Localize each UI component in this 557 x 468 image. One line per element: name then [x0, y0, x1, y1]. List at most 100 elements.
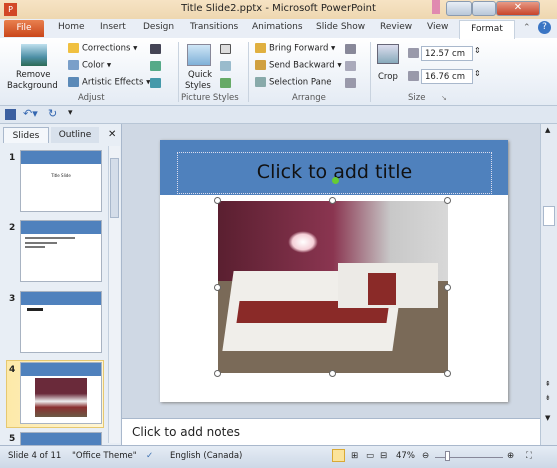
- scroll-thumb[interactable]: [543, 206, 555, 226]
- theme-name[interactable]: "Office Theme": [72, 451, 137, 461]
- fit-to-window-icon[interactable]: ⛶: [526, 451, 532, 461]
- resize-handle[interactable]: [214, 197, 221, 204]
- slide-thumbnail-2[interactable]: [20, 220, 102, 282]
- group-adjust-label: Adjust: [78, 93, 105, 103]
- tab-transitions[interactable]: Transitions: [190, 22, 238, 32]
- reset-picture-icon[interactable]: [150, 78, 161, 88]
- resize-handle[interactable]: [444, 284, 451, 291]
- divider: [248, 42, 249, 102]
- remove-background-label-2: Background: [7, 81, 58, 91]
- tab-format[interactable]: Format: [459, 20, 515, 39]
- color-label: Color: [82, 60, 105, 71]
- tab-insert[interactable]: Insert: [100, 22, 126, 32]
- customize-toolbar-icon[interactable]: ▾: [68, 108, 73, 118]
- next-slide-icon[interactable]: ⇟: [545, 394, 551, 402]
- color-button[interactable]: Color ▾: [68, 60, 111, 71]
- slide-sorter-icon[interactable]: ⊞: [351, 451, 358, 461]
- slide-number: 4: [9, 365, 16, 375]
- remove-background-button[interactable]: Remove Background: [6, 42, 62, 96]
- tab-slides[interactable]: Slides: [3, 127, 49, 143]
- resize-handle[interactable]: [214, 284, 221, 291]
- quick-styles-button[interactable]: Quick Styles: [183, 42, 217, 92]
- artistic-effects-button[interactable]: Artistic Effects ▾: [68, 77, 150, 88]
- rotation-handle[interactable]: [332, 177, 339, 184]
- slide-thumbnail-1[interactable]: Title Slide: [20, 150, 102, 212]
- slide-number: 3: [9, 294, 16, 304]
- send-backward-button[interactable]: Send Backward ▾: [255, 60, 342, 71]
- crop-button[interactable]: Crop: [374, 42, 404, 92]
- tab-animations[interactable]: Animations: [252, 22, 303, 32]
- rotate-icon[interactable]: [345, 78, 356, 88]
- resize-handle[interactable]: [444, 370, 451, 377]
- remove-background-label: Remove: [16, 70, 51, 80]
- tab-slide-show[interactable]: Slide Show: [316, 22, 365, 32]
- previous-slide-icon[interactable]: ⇞: [545, 380, 551, 388]
- zoom-in-icon[interactable]: ⊕: [507, 451, 514, 461]
- bring-forward-icon: [255, 43, 266, 53]
- slide-thumbnail-5[interactable]: [20, 432, 102, 446]
- picture-border-icon[interactable]: [220, 44, 231, 54]
- align-icon[interactable]: [345, 44, 356, 54]
- maximize-button[interactable]: [472, 1, 496, 16]
- width-spinner[interactable]: ⇕: [474, 69, 481, 78]
- pink-accent: [432, 0, 440, 14]
- resize-handle[interactable]: [329, 197, 336, 204]
- slide-thumbnail-3[interactable]: [20, 291, 102, 353]
- normal-view-icon[interactable]: [332, 449, 345, 462]
- corrections-button[interactable]: Corrections ▾: [68, 43, 137, 54]
- close-pane-icon[interactable]: ✕: [108, 129, 116, 140]
- zoom-slider-thumb[interactable]: [445, 451, 450, 461]
- tab-review[interactable]: Review: [380, 22, 412, 32]
- shape-width-icon: [408, 71, 419, 81]
- hotel-room-photo[interactable]: [218, 201, 448, 373]
- reading-view-icon[interactable]: ▭: [366, 451, 374, 461]
- spelling-check-icon[interactable]: ✓: [146, 451, 153, 461]
- shape-height-icon: [408, 48, 419, 58]
- compress-pictures-icon[interactable]: [150, 44, 161, 54]
- group-icon[interactable]: [345, 61, 356, 71]
- tab-view[interactable]: View: [427, 22, 448, 32]
- undo-icon[interactable]: ↶▾: [23, 107, 38, 120]
- picture-layout-icon[interactable]: [220, 78, 231, 88]
- language[interactable]: English (Canada): [170, 451, 242, 461]
- height-input[interactable]: 12.57 cm: [421, 46, 473, 61]
- selection-pane-button[interactable]: Selection Pane: [255, 77, 331, 88]
- minimize-button[interactable]: [446, 1, 472, 16]
- send-backward-icon: [255, 60, 266, 70]
- picture-effects-icon[interactable]: [220, 61, 231, 71]
- pane-scrollbar[interactable]: [108, 146, 120, 443]
- minimize-ribbon-icon[interactable]: ⌃: [523, 23, 531, 33]
- quick-styles-label: Quick: [188, 70, 213, 80]
- slide-show-icon[interactable]: ⊟: [380, 451, 387, 461]
- bring-forward-button[interactable]: Bring Forward ▾: [255, 43, 335, 54]
- change-picture-icon[interactable]: [150, 61, 161, 71]
- notes-placeholder[interactable]: Click to add notes: [132, 425, 240, 439]
- tab-design[interactable]: Design: [143, 22, 174, 32]
- slide-thumbnail-4[interactable]: [20, 362, 102, 424]
- resize-handle[interactable]: [329, 370, 336, 377]
- close-button[interactable]: ✕: [496, 1, 540, 16]
- thumbnail-title: Title Slide: [51, 173, 71, 178]
- vertical-scrollbar[interactable]: ▲ ⇞ ⇟ ▼: [540, 124, 557, 445]
- selection-pane-icon: [255, 77, 266, 87]
- zoom-out-icon[interactable]: ⊖: [422, 451, 429, 461]
- scroll-up-icon[interactable]: ▲: [545, 126, 550, 134]
- tab-file[interactable]: File: [4, 20, 44, 37]
- redo-icon[interactable]: ↻: [48, 107, 57, 120]
- scroll-down-icon[interactable]: ▼: [545, 414, 550, 422]
- group-arrange-label: Arrange: [292, 93, 326, 103]
- tab-outline[interactable]: Outline: [51, 127, 99, 143]
- save-icon[interactable]: [5, 109, 16, 120]
- notes-pane[interactable]: Click to add notes: [122, 418, 540, 445]
- help-icon[interactable]: ?: [538, 21, 551, 34]
- height-spinner[interactable]: ⇕: [474, 46, 481, 55]
- tab-home[interactable]: Home: [58, 22, 85, 32]
- send-backward-label: Send Backward: [269, 60, 335, 71]
- width-input[interactable]: 16.76 cm: [421, 69, 473, 84]
- size-dialog-launcher-icon[interactable]: ↘: [441, 94, 447, 102]
- zoom-level[interactable]: 47%: [396, 451, 415, 461]
- resize-handle[interactable]: [444, 197, 451, 204]
- slide-number: 5: [9, 434, 16, 444]
- pane-scroll-thumb[interactable]: [110, 158, 119, 218]
- resize-handle[interactable]: [214, 370, 221, 377]
